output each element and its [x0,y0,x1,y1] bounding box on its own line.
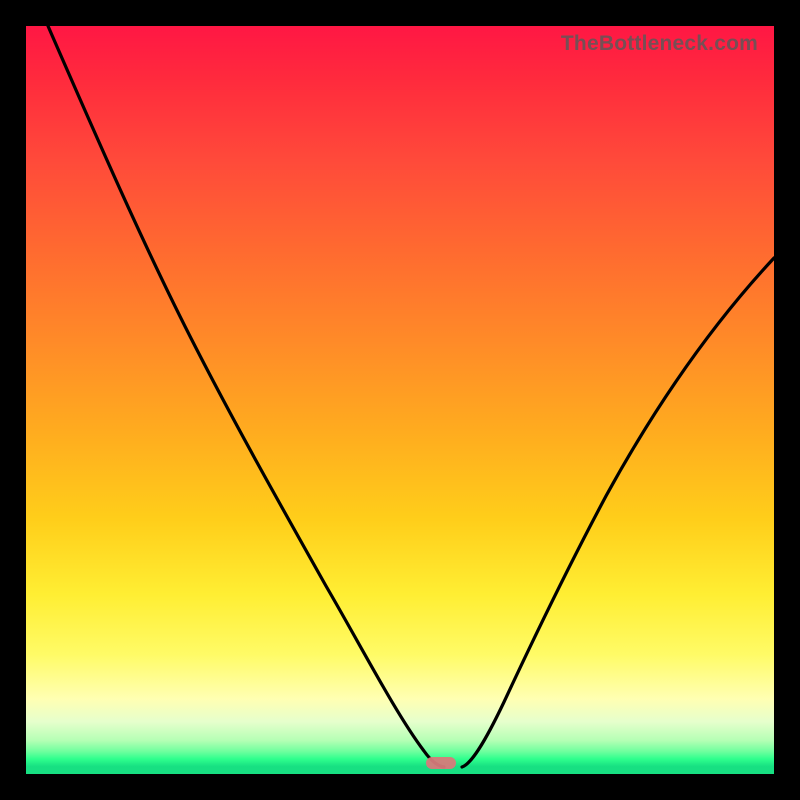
bottleneck-marker [426,757,456,769]
curve-left-branch [48,26,444,767]
curve-right-branch [462,258,774,767]
plot-area: TheBottleneck.com [26,26,774,774]
chart-frame: TheBottleneck.com [0,0,800,800]
bottleneck-curve [26,26,774,774]
